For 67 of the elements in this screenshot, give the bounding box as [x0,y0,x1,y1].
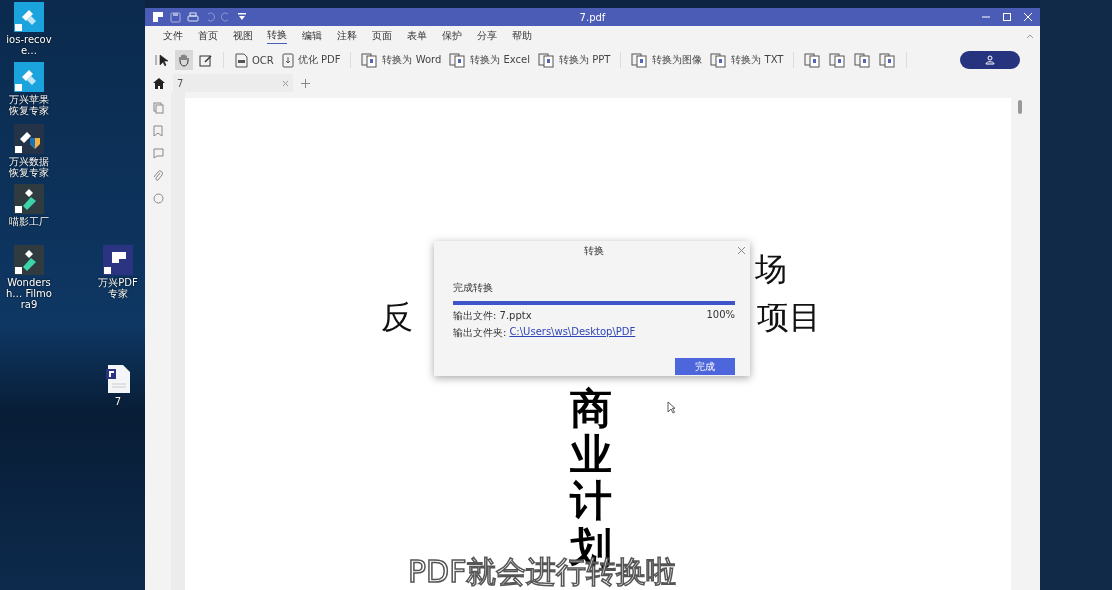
menu-tab[interactable]: 首页 [190,28,225,44]
document-tab[interactable]: 7 [173,74,293,92]
app-icon[interactable] [14,124,44,154]
print-icon[interactable] [187,11,199,23]
save-icon[interactable] [170,11,181,23]
menu-tab[interactable]: 视图 [225,28,260,44]
search-icon[interactable] [152,193,164,204]
dropdown-icon[interactable] [237,12,247,22]
folder-label: 输出文件夹: [453,326,507,340]
bookmark-icon[interactable] [153,125,163,137]
menu-tab[interactable]: 分享 [469,28,504,44]
cursor-icon [667,401,676,414]
window-title: 7.pdf [578,11,607,23]
percent-text: 100% [706,309,735,322]
app-logo-icon [152,11,164,23]
maximize-icon[interactable] [1002,12,1012,22]
menu-tab[interactable]: 帮助 [504,28,539,44]
document-text: 项目 [757,297,821,338]
convert-button[interactable]: 转换为 Excel [447,52,533,68]
documents-icon [361,52,379,68]
convert-button[interactable]: 转换为 PPT [536,52,613,68]
attachment-icon[interactable] [153,170,163,182]
icon-label: 万兴数据恢复专家 [8,156,50,178]
menu-tab[interactable]: 文件 [155,28,190,44]
status-text: 完成转换 [453,281,494,295]
output-file-text: 输出文件: 7.pptx [453,309,532,323]
done-button[interactable]: 完成 [675,358,735,375]
folder-link[interactable]: C:\Users\ws\Desktop\PDF [509,326,636,340]
convert-button[interactable]: OCR [232,52,276,68]
documents-icon [631,52,649,68]
menu-tab[interactable]: 注释 [329,28,364,44]
icon-label: ios-recove… [5,34,53,56]
icon-label: 万兴PDF专家 [97,277,139,299]
icon-label: 万兴苹果恢复专家 [8,94,50,116]
close-icon[interactable] [738,247,745,254]
convert-button[interactable]: 转换为 Word [359,52,444,68]
app-icon[interactable] [103,245,133,275]
dialog-title: 转换 [584,244,604,258]
comment-icon[interactable] [152,148,164,159]
icon-label: 喵影工厂 [8,216,50,227]
documents-icon [449,52,467,68]
download-file-icon [281,52,294,68]
ocr-icon [234,52,248,68]
pages-icon[interactable] [152,102,164,114]
home-icon[interactable] [153,77,165,89]
icon-label: Wondersh… Filmora9 [5,277,53,310]
document-text: 场 [755,250,787,288]
icon-label: 7 [113,396,123,407]
convert-button[interactable]: 转换为 TXT [708,52,786,68]
collapse-icon[interactable] [1026,33,1034,39]
app-icon[interactable] [14,245,44,275]
hand-tool[interactable] [175,50,193,70]
file-icon[interactable] [105,364,131,394]
menu-tab[interactable]: 页面 [364,28,399,44]
app-icon[interactable] [14,184,44,214]
documents-icon [710,52,728,68]
convert-button[interactable]: 转换为图像 [629,52,705,68]
person-icon [985,55,995,65]
menu-tab[interactable]: 编辑 [294,28,329,44]
account-button[interactable] [960,51,1020,69]
menu-tab[interactable]: 转换 [267,28,287,44]
document-text: 反 [381,297,413,338]
convert-button[interactable]: 优化 PDF [279,52,343,68]
documents-icon [538,52,556,68]
menu-tab[interactable]: 表单 [399,28,434,44]
add-tab-icon[interactable] [301,78,310,88]
menu-tab[interactable]: 保护 [434,28,469,44]
